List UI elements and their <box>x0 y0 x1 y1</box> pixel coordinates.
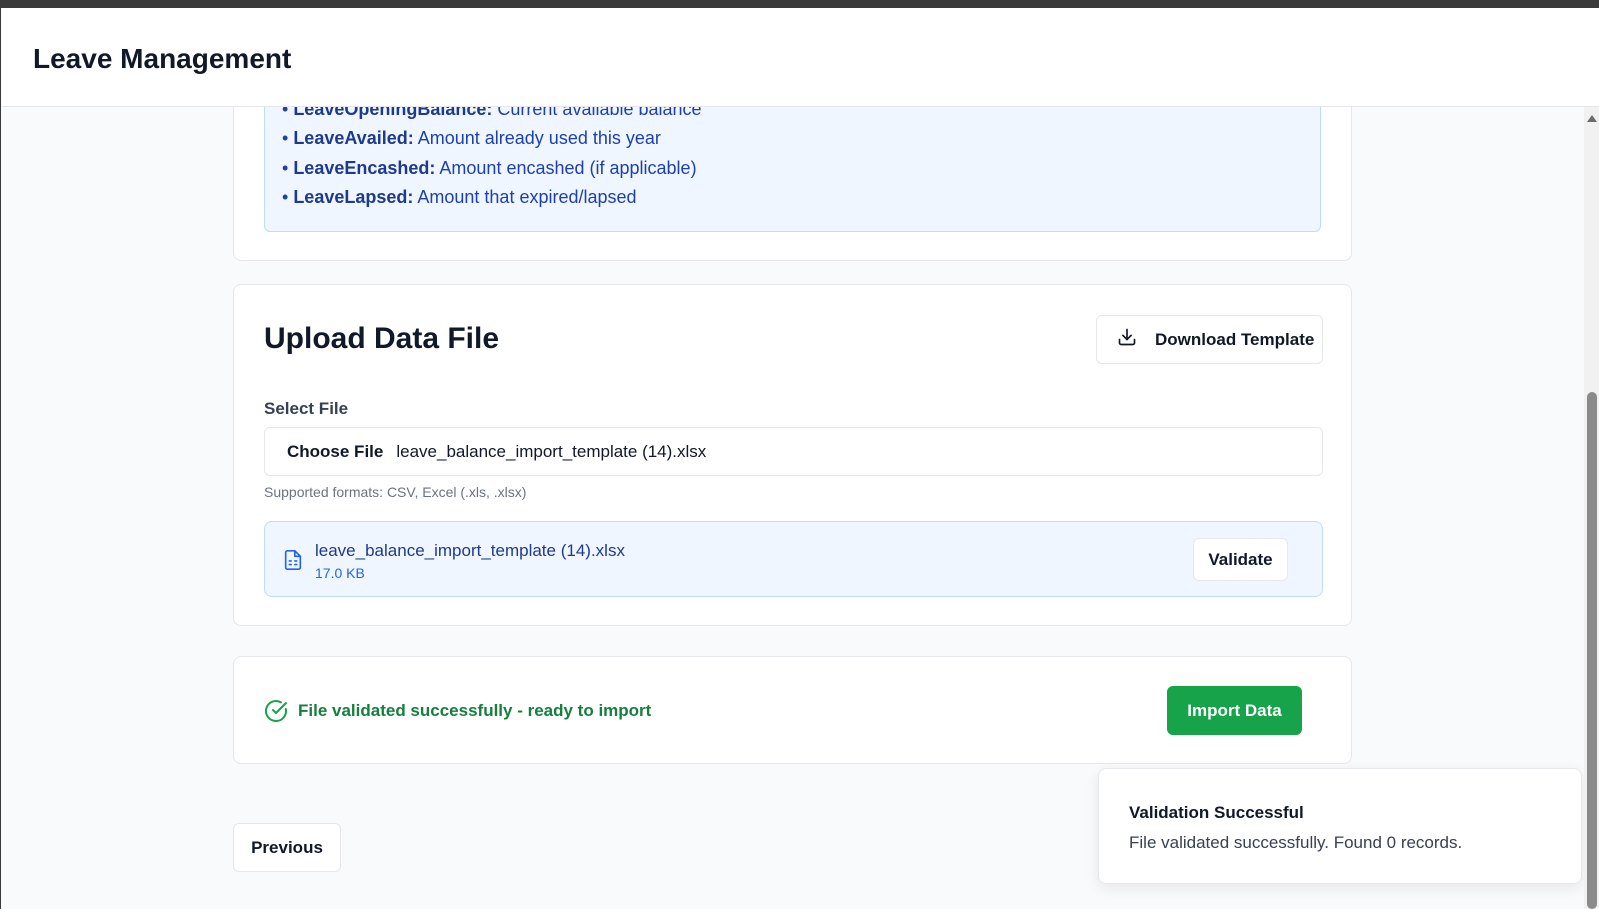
toast-notification: Validation Successful File validated suc… <box>1098 768 1582 884</box>
file-spreadsheet-icon <box>282 547 304 578</box>
previous-button[interactable]: Previous <box>233 823 341 872</box>
info-item-lapsed: • LeaveLapsed: Amount that expired/lapse… <box>282 187 637 207</box>
check-circle-icon <box>264 699 288 728</box>
info-item-encashed: • LeaveEncashed: Amount encashed (if app… <box>282 158 697 178</box>
selected-file-box: leave_balance_import_template (14).xlsx … <box>264 521 1323 597</box>
scroll-up-arrow-icon[interactable] <box>1587 115 1597 122</box>
toast-message: File validated successfully. Found 0 rec… <box>1129 833 1463 852</box>
file-input[interactable]: Choose File leave_balance_import_templat… <box>264 427 1323 476</box>
download-template-label: Download Template <box>1155 329 1315 349</box>
vertical-scrollbar[interactable] <box>1584 107 1599 909</box>
select-file-label: Select File <box>264 399 349 418</box>
choose-file-button[interactable]: Choose File <box>287 442 383 462</box>
selected-file-size: 17.0 KB <box>315 565 365 581</box>
info-item-availed: • LeaveAvailed: Amount already used this… <box>282 128 661 148</box>
import-data-button[interactable]: Import Data <box>1167 686 1302 735</box>
page-title: Leave Management <box>33 43 292 74</box>
app-header: Leave Management <box>2 8 1599 107</box>
validation-status-card: File validated successfully - ready to i… <box>233 656 1352 764</box>
download-icon <box>1117 327 1137 352</box>
validation-status-message: File validated successfully - ready to i… <box>298 701 652 720</box>
download-template-button[interactable]: Download Template <box>1096 315 1323 364</box>
scrollbar-thumb[interactable] <box>1587 392 1597 909</box>
window-top-border <box>0 0 1599 8</box>
supported-formats-hint: Supported formats: CSV, Excel (.xls, .xl… <box>264 484 527 500</box>
upload-title: Upload Data File <box>264 322 500 355</box>
selected-file-name: leave_balance_import_template (14).xlsx <box>315 541 625 560</box>
page-viewport: Leave Management • LeaveOpeningBalance: … <box>0 8 1599 909</box>
toast-title: Validation Successful <box>1129 803 1304 822</box>
validate-button[interactable]: Validate <box>1193 538 1288 581</box>
chosen-file-name: leave_balance_import_template (14).xlsx <box>396 441 707 461</box>
upload-card: Upload Data File Download Template Selec… <box>233 284 1352 626</box>
